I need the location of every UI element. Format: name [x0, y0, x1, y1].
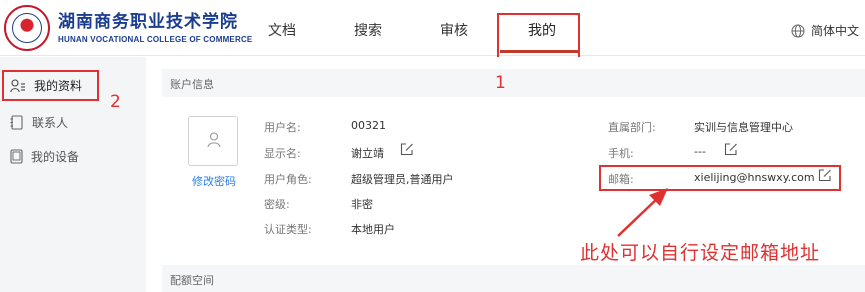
- edit-display-name-icon[interactable]: [400, 142, 414, 156]
- college-emblem: [4, 5, 50, 51]
- college-logo[interactable]: 湖南商务职业技术学院 HUNAN VOCATIONAL COLLEGE OF C…: [4, 5, 252, 51]
- nav-tab-review[interactable]: 审核: [440, 20, 468, 40]
- nav-tab-search[interactable]: 搜索: [354, 20, 382, 40]
- sidebar-item-label: 我的设备: [31, 150, 80, 164]
- phone-value: ---: [694, 145, 706, 158]
- department-value: 实训与信息管理中心: [694, 121, 793, 134]
- change-password-link[interactable]: 修改密码: [192, 173, 236, 189]
- username-value: 00321: [351, 119, 386, 132]
- tablet-icon: [10, 149, 23, 164]
- annotation-box-my-profile: [2, 70, 99, 101]
- auth-type-value: 本地用户: [351, 223, 395, 236]
- security-level-value: 非密: [351, 198, 373, 211]
- sidebar-item-contacts[interactable]: 联系人: [10, 114, 68, 131]
- display-name-value: 谢立靖: [351, 147, 384, 160]
- logo-english-name: HUNAN VOCATIONAL COLLEGE OF COMMERCE: [58, 35, 253, 44]
- logo-chinese-name: 湖南商务职业技术学院: [58, 12, 238, 32]
- display-name-label: 显示名:: [264, 147, 301, 160]
- edit-phone-icon[interactable]: [724, 142, 738, 156]
- quota-space-header: 配额空间: [162, 265, 865, 292]
- top-header: 湖南商务职业技术学院 HUNAN VOCATIONAL COLLEGE OF C…: [0, 0, 865, 60]
- globe-icon: [791, 24, 805, 38]
- sidebar-item-label: 联系人: [32, 116, 69, 130]
- username-label: 用户名:: [264, 121, 301, 134]
- department-label: 直属部门:: [608, 121, 656, 134]
- sidebar-item-devices[interactable]: 我的设备: [10, 148, 79, 165]
- nav-tab-documents[interactable]: 文档: [268, 20, 296, 40]
- address-book-icon: [10, 115, 24, 130]
- left-sidebar: 我的资料 联系人 我的设备: [0, 57, 146, 292]
- language-label: 简体中文: [811, 24, 860, 38]
- annotation-step-1: 1: [495, 73, 506, 93]
- phone-label: 手机:: [608, 147, 634, 160]
- auth-type-label: 认证类型:: [264, 223, 312, 236]
- user-role-value: 超级管理员,普通用户: [351, 173, 454, 186]
- avatar[interactable]: [188, 116, 238, 166]
- annotation-step-2: 2: [110, 92, 121, 112]
- annotation-box-email: [599, 165, 841, 191]
- user-role-label: 用户角色:: [264, 173, 312, 186]
- account-info-header: 账户信息: [162, 69, 865, 97]
- annotation-note: 此处可以自行设定邮箱地址: [580, 242, 821, 264]
- annotation-box-mine-tab: [497, 13, 580, 60]
- language-switcher[interactable]: 简体中文: [791, 22, 859, 39]
- security-level-label: 密级:: [264, 198, 290, 211]
